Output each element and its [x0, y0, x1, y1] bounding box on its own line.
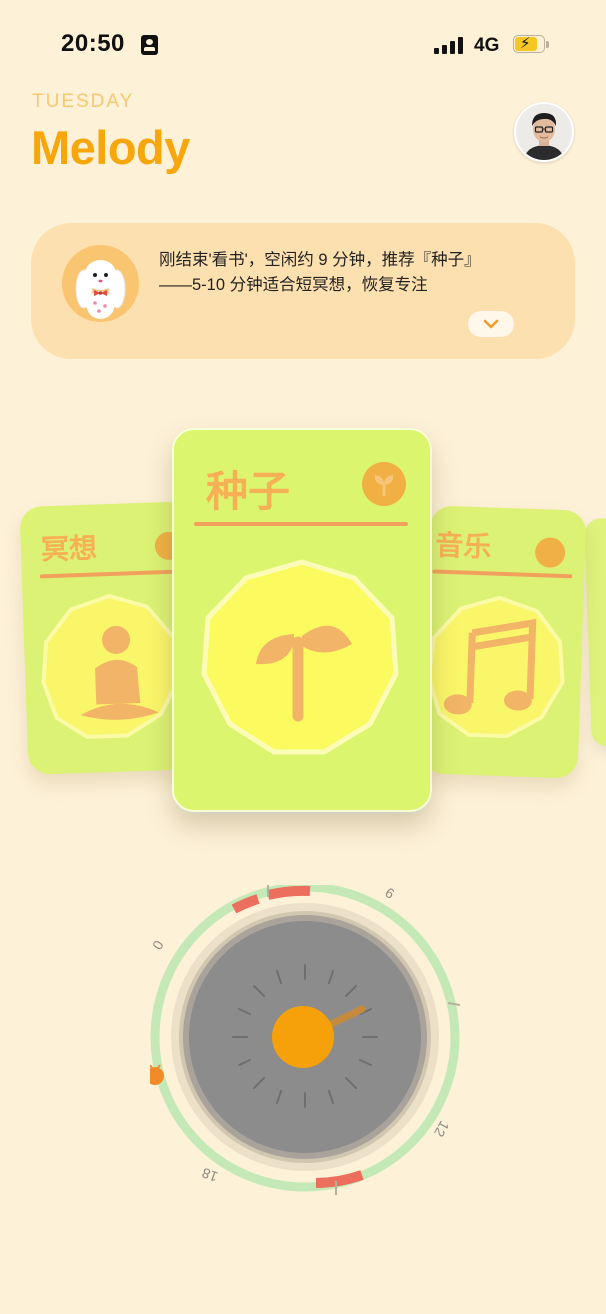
card-label: 冥想: [40, 532, 98, 566]
weekday-label: TUESDAY: [32, 91, 135, 112]
app-title: Melody: [31, 121, 190, 174]
bunny-mascot-icon: [62, 245, 139, 322]
recommendation-line-2: ——5-10 分钟适合短冥想，恢复专注: [159, 276, 428, 294]
sun-icon: [272, 1006, 334, 1068]
activity-card-carousel[interactable]: 冥想 音乐 种子: [0, 400, 606, 870]
time-dial[interactable]: 0 6 12 18: [146, 882, 461, 1195]
music-note-icon: [426, 595, 565, 739]
network-type: 4G: [474, 35, 500, 56]
card-label: 音乐: [434, 529, 492, 563]
next-card-edge[interactable]: [584, 517, 606, 747]
card-badge-icon: [534, 537, 566, 569]
activity-card-music[interactable]: 音乐: [421, 505, 587, 779]
status-bar: 20:50 4G ⚡: [0, 0, 606, 90]
chevron-down-icon: [483, 319, 499, 329]
expand-button[interactable]: [468, 311, 514, 337]
contact-card-icon: [141, 35, 158, 55]
battery-charging-icon: ⚡: [513, 35, 549, 55]
cellular-signal-icon: [434, 36, 466, 54]
status-time: 20:50: [61, 30, 125, 57]
sprout-icon: [201, 559, 399, 755]
card-label: 种子: [206, 468, 291, 515]
recommendation-text: 刚结束'看书'，空闲约 9 分钟，推荐『种子』 ——5-10 分钟适合短冥想，恢…: [159, 248, 539, 298]
recommendation-banner[interactable]: 刚结束'看书'，空闲约 9 分钟，推荐『种子』 ——5-10 分钟适合短冥想，恢…: [31, 223, 575, 359]
user-avatar[interactable]: [514, 102, 574, 162]
activity-card-seed[interactable]: 种子: [172, 428, 432, 812]
recommendation-line-1: 刚结束'看书'，空闲约 9 分钟，推荐『种子』: [159, 251, 481, 269]
